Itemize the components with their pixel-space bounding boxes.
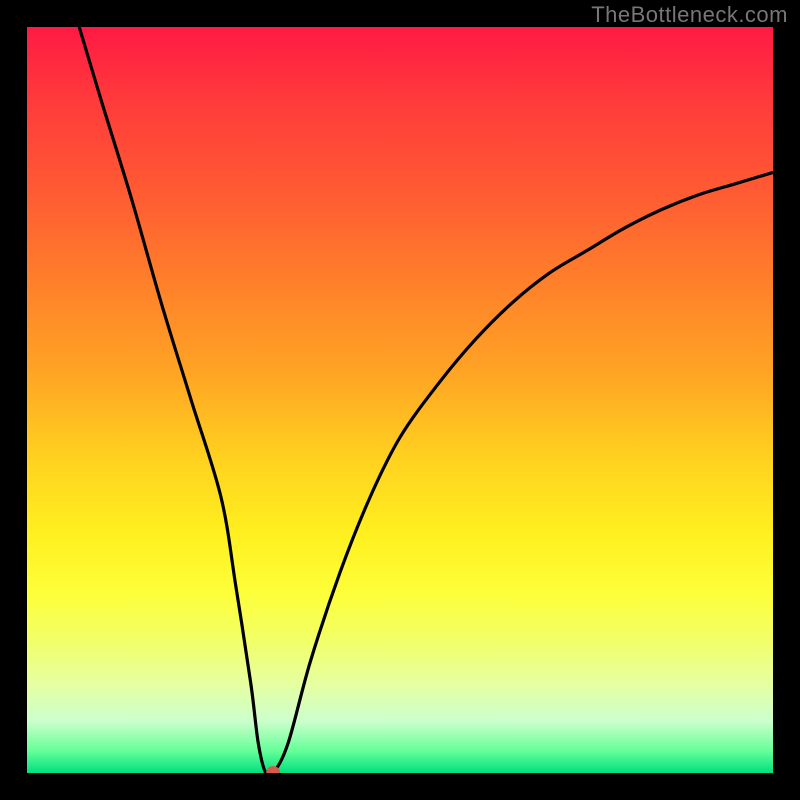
chart-frame: TheBottleneck.com <box>0 0 800 800</box>
plot-area <box>27 27 773 773</box>
watermark-text: TheBottleneck.com <box>591 2 788 28</box>
bottleneck-curve <box>79 27 773 773</box>
curve-svg <box>27 27 773 773</box>
